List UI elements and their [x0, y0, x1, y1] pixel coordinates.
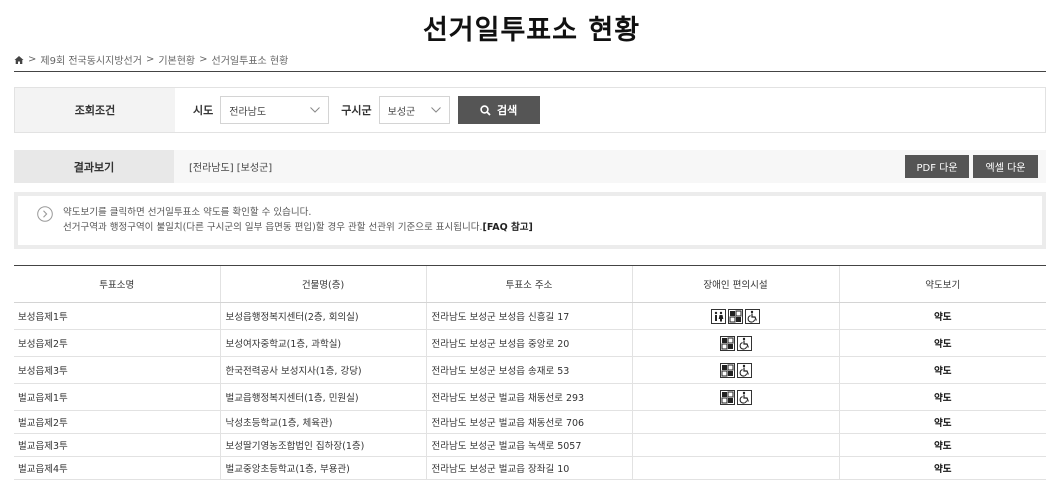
braille-icon: [719, 362, 735, 378]
sido-select-value: 전라남도: [229, 106, 267, 118]
map-link[interactable]: 약도: [838, 433, 1046, 457]
cell-facilities: [631, 433, 839, 457]
braille-icon: [728, 308, 743, 324]
header-station-name: 투표소명: [14, 265, 220, 303]
excel-download-button[interactable]: 엑셀 다운: [973, 155, 1038, 178]
notice-text: 약도보기를 클릭하면 선거일투표소 약도를 확인할 수 있습니다. 선거구역과 …: [63, 205, 533, 245]
polling-station-table: 투표소명 건물명(층) 투표소 주소 장애인 편의시설 약도보기 보성읍제1투 보…: [14, 265, 1046, 480]
wheelchair-icon: [736, 335, 752, 351]
breadcrumb-item-election[interactable]: 제9회 전국동시지방선거: [40, 52, 142, 67]
toilet-icon: [711, 308, 726, 324]
table-row: 보성읍제1투 보성읍행정복지센터(2층, 회의실) 전라남도 보성군 보성읍 신흥길…: [14, 302, 1046, 330]
breadcrumb-separator: >: [199, 54, 208, 65]
result-label: 결과보기: [14, 150, 174, 183]
table-header-row: 투표소명 건물명(층) 투표소 주소 장애인 편의시설 약도보기: [14, 265, 1046, 303]
cell-facilities: [631, 410, 839, 434]
cell-facilities: [631, 383, 839, 411]
facility-icons: [719, 389, 752, 405]
wheelchair-icon: [736, 362, 752, 378]
cell-address: 전라남도 보성군 벌교읍 채동선로 293: [425, 383, 632, 411]
cell-station-name: 보성읍제2투: [14, 329, 220, 357]
table-row: 보성읍제3투 한국전력공사 보성지사(1층, 강당) 전라남도 보성군 보성읍 송재…: [14, 356, 1046, 384]
notice-line-1: 약도보기를 클릭하면 선거일투표소 약도를 확인할 수 있습니다.: [63, 207, 312, 218]
map-link[interactable]: 약도: [838, 410, 1046, 434]
search-button-label: 검색: [497, 104, 518, 117]
page-title: 선거일투표소 현황: [422, 15, 641, 46]
cell-address: 전라남도 보성군 보성읍 중앙로 20: [425, 329, 632, 357]
cell-station-name: 보성읍제3투: [14, 356, 220, 384]
facility-icons: [711, 308, 760, 324]
notice-line-2-text: 선거구역과 행정구역이 불일치(다른 구시군의 일부 읍면동 편입)할 경우 관…: [63, 222, 483, 233]
gu-select-value: 보성군: [387, 106, 416, 118]
cell-station-name: 벌교읍제1투: [14, 383, 220, 411]
breadcrumb-item-basic[interactable]: 기본현황: [158, 52, 195, 67]
breadcrumb-separator: >: [28, 54, 37, 65]
cell-building: 한국전력공사 보성지사(1층, 강당): [219, 356, 426, 384]
map-link[interactable]: 약도: [838, 383, 1046, 411]
map-link[interactable]: 약도: [838, 356, 1046, 384]
cell-building: 벌교읍행정복지센터(1층, 민원실): [219, 383, 426, 411]
cell-station-name: 보성읍제1투: [14, 302, 220, 330]
braille-icon: [719, 335, 735, 351]
cell-address: 전라남도 보성군 보성읍 송재로 53: [425, 356, 632, 384]
cell-facilities: [631, 302, 839, 330]
cell-building: 보성읍행정복지센터(2층, 회의실): [219, 302, 426, 330]
breadcrumb-item-current[interactable]: 선거일투표소 현황: [212, 52, 289, 67]
search-panel: 조회조건 시도 전라남도 구시군 보성군 검색: [14, 87, 1046, 133]
pdf-download-button[interactable]: PDF 다운: [905, 155, 969, 178]
braille-icon: [719, 389, 735, 405]
cell-facilities: [631, 329, 839, 357]
cell-building: 보성여자중학교(1층, 과학실): [219, 329, 426, 357]
cell-address: 전라남도 보성군 벌교읍 녹색로 5057: [425, 433, 632, 457]
result-bar: 결과보기 [전라남도] [보성군] PDF 다운 엑셀 다운: [14, 150, 1046, 183]
notice-box: 약도보기를 클릭하면 선거일투표소 약도를 확인할 수 있습니다. 선거구역과 …: [14, 192, 1046, 249]
table-row: 벌교읍제3투 보성딸기영농조합법인 집하장(1층) 전라남도 보성군 벌교읍 녹색로…: [14, 433, 1046, 457]
map-link[interactable]: 약도: [838, 456, 1046, 480]
chevron-down-icon: [310, 107, 321, 113]
cell-station-name: 벌교읍제4투: [14, 456, 220, 480]
header-address: 투표소 주소: [425, 265, 632, 303]
breadcrumb: > 제9회 전국동시지방선거 > 기본현황 > 선거일투표소 현황: [14, 52, 288, 67]
table-row: 벌교읍제4투 벌교중앙초등학교(1층, 부용관) 전라남도 보성군 벌교읍 장좌길 …: [14, 456, 1046, 480]
chevron-down-icon: [430, 107, 441, 113]
facility-icons: [719, 335, 752, 351]
search-button[interactable]: 검색: [457, 96, 540, 124]
wheelchair-icon: [745, 308, 760, 324]
gu-label: 구시군: [341, 104, 372, 117]
header-map: 약도보기: [838, 265, 1046, 303]
table-row: 보성읍제2투 보성여자중학교(1층, 과학실) 전라남도 보성군 보성읍 중앙로 2…: [14, 329, 1046, 357]
header-facilities: 장애인 편의시설: [631, 265, 839, 303]
table-row: 벌교읍제2투 낙성초등학교(1층, 체육관) 전라남도 보성군 벌교읍 채동선로 7…: [14, 410, 1046, 434]
map-link[interactable]: 약도: [838, 329, 1046, 357]
breadcrumb-divider: [14, 71, 1046, 72]
result-value: [전라남도] [보성군]: [189, 163, 273, 174]
header-building: 건물명(층): [219, 265, 426, 303]
cell-station-name: 벌교읍제3투: [14, 433, 220, 457]
map-link[interactable]: 약도: [838, 302, 1046, 330]
cell-address: 전라남도 보성군 벌교읍 채동선로 706: [425, 410, 632, 434]
cell-building: 낙성초등학교(1층, 체육관): [219, 410, 426, 434]
cell-building: 벌교중앙초등학교(1층, 부용관): [219, 456, 426, 480]
cell-station-name: 벌교읍제2투: [14, 410, 220, 434]
notice-line-2: 선거구역과 행정구역이 불일치(다른 구시군의 일부 읍면동 편입)할 경우 관…: [63, 220, 533, 235]
sido-select[interactable]: 전라남도: [220, 96, 330, 124]
cell-facilities: [631, 456, 839, 480]
search-icon: [480, 104, 491, 116]
chevron-circle-icon: [37, 206, 53, 222]
wheelchair-icon: [736, 389, 752, 405]
search-panel-label: 조회조건: [15, 88, 175, 132]
home-icon[interactable]: [14, 55, 24, 65]
cell-facilities: [631, 356, 839, 384]
cell-address: 전라남도 보성군 보성읍 신흥길 17: [425, 302, 632, 330]
sido-label: 시도: [193, 104, 214, 117]
cell-building: 보성딸기영농조합법인 집하장(1층): [219, 433, 426, 457]
breadcrumb-separator: >: [145, 54, 155, 65]
cell-address: 전라남도 보성군 벌교읍 장좌길 10: [425, 456, 632, 480]
faq-link[interactable]: [FAQ 참고]: [482, 222, 532, 233]
facility-icons: [719, 362, 752, 378]
table-row: 벌교읍제1투 벌교읍행정복지센터(1층, 민원실) 전라남도 보성군 벌교읍 채동선…: [14, 383, 1046, 411]
gu-select[interactable]: 보성군: [378, 96, 450, 124]
